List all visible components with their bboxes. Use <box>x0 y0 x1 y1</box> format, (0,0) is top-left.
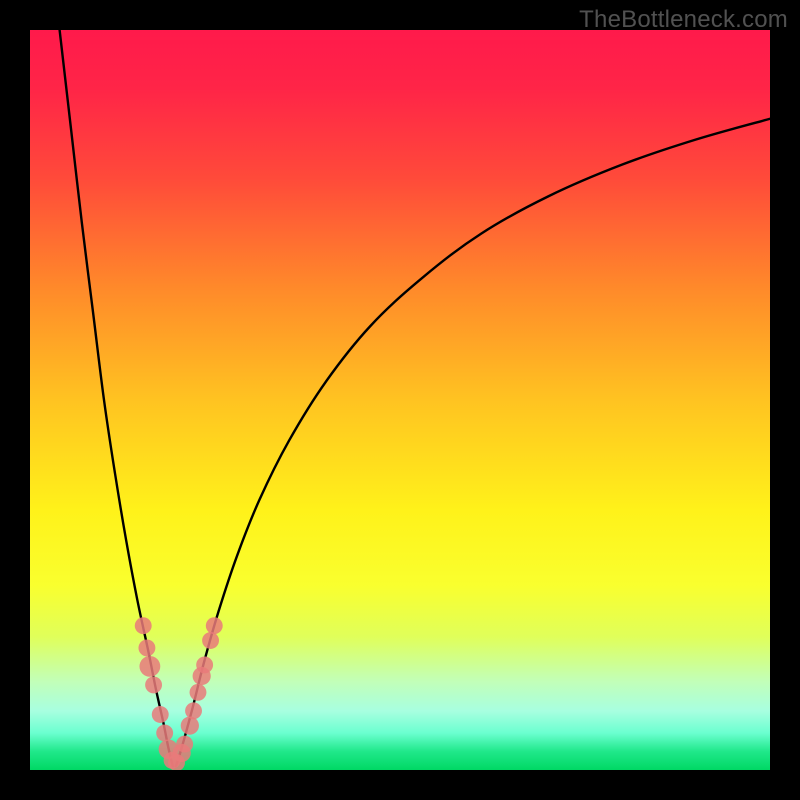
plot-area <box>30 30 770 770</box>
sample-dot <box>135 617 152 634</box>
gradient-background <box>30 30 770 770</box>
sample-dot <box>181 717 199 735</box>
sample-dot <box>206 617 223 634</box>
sample-dot <box>190 684 207 701</box>
bottleneck-chart <box>30 30 770 770</box>
sample-dot <box>145 676 162 693</box>
sample-dot <box>152 706 169 723</box>
sample-dot <box>156 725 173 742</box>
sample-dot <box>185 702 202 719</box>
sample-dot <box>138 639 155 656</box>
chart-frame: TheBottleneck.com <box>0 0 800 800</box>
sample-dot <box>196 656 213 673</box>
sample-dot <box>176 736 193 753</box>
watermark-text: TheBottleneck.com <box>579 6 788 34</box>
sample-dot <box>139 656 160 677</box>
sample-dot <box>202 632 219 649</box>
